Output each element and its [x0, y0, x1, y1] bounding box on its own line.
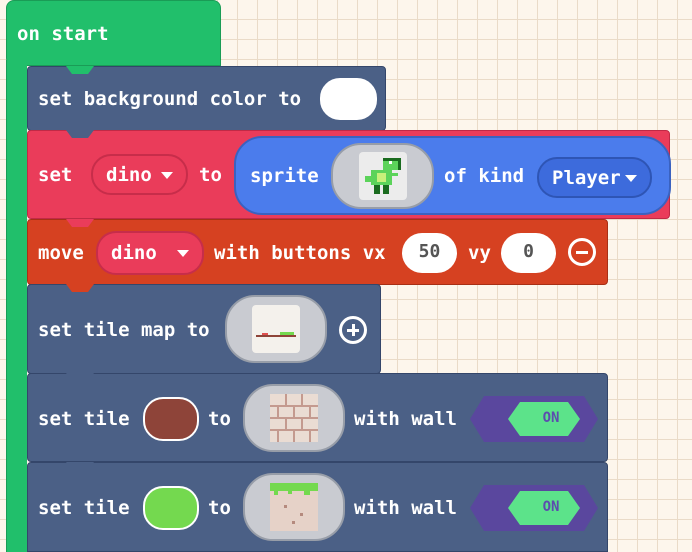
set-label: set [38, 164, 73, 186]
plus-circle-icon[interactable] [339, 316, 367, 344]
to-label: to [208, 497, 231, 519]
tile-color-swatch[interactable] [143, 397, 199, 441]
kind-dropdown[interactable]: Player [537, 157, 652, 198]
chevron-down-icon [625, 174, 637, 182]
wall-toggle[interactable]: ON [470, 485, 598, 531]
set-background-color-label: set background color to [38, 88, 302, 110]
block-notch [66, 219, 94, 228]
with-wall-label: with wall [354, 408, 457, 430]
move-variable-label: dino [111, 242, 157, 264]
tile-image-field[interactable] [243, 473, 345, 541]
vy-label: vy [468, 242, 491, 264]
grass-tile-icon [270, 483, 318, 531]
set-background-color-block[interactable]: set background color to [27, 66, 386, 131]
block-notch [66, 130, 94, 139]
set-tile-map-block[interactable]: set tile map to [27, 284, 381, 374]
move-variable-dropdown[interactable]: dino [96, 231, 204, 275]
dino-sprite-icon [358, 152, 407, 200]
sprite-label: sprite [250, 165, 319, 187]
set-tile-block-1[interactable]: set tile to with wall ON [27, 373, 608, 462]
chevron-down-icon [177, 250, 189, 257]
sprite-of-kind-block[interactable]: sprite of kind Player [234, 136, 671, 215]
kind-dropdown-label: Player [552, 166, 621, 189]
tilemap-image-field[interactable] [225, 295, 327, 363]
block-notch [66, 66, 94, 75]
vy-input[interactable]: 0 [501, 233, 556, 273]
set-tile-label: set tile [38, 497, 130, 519]
with-wall-label: with wall [354, 497, 457, 519]
of-kind-label: of kind [444, 165, 525, 187]
move-label: move [38, 242, 84, 264]
brick-tile-icon [270, 394, 318, 442]
minus-circle-icon[interactable] [568, 238, 596, 266]
variable-dropdown-label: dino [106, 163, 152, 186]
block-notch [66, 462, 94, 471]
set-tile-map-label: set tile map to [38, 319, 210, 341]
set-tile-label: set tile [38, 408, 130, 430]
to-label: to [208, 408, 231, 430]
block-notch [66, 284, 94, 293]
vx-input[interactable]: 50 [402, 233, 457, 273]
chevron-down-icon [161, 171, 173, 179]
block-notch [66, 373, 94, 382]
tilemap-preview-icon [252, 305, 300, 353]
to-label: to [199, 164, 222, 186]
background-color-swatch[interactable] [320, 78, 377, 120]
wall-toggle-label: ON [542, 499, 560, 515]
set-tile-block-2[interactable]: set tile to with wall ON [27, 462, 608, 552]
sprite-image-field[interactable] [331, 143, 434, 209]
move-with-buttons-block[interactable]: move dino with buttons vx 50 vy 0 [27, 219, 608, 285]
tile-color-swatch[interactable] [143, 486, 199, 530]
on-start-block-body [6, 60, 27, 552]
on-start-block[interactable]: on start [6, 0, 221, 66]
on-start-label: on start [17, 23, 109, 45]
tile-image-field[interactable] [243, 384, 345, 452]
with-buttons-vx-label: with buttons vx [214, 242, 386, 264]
set-sprite-block[interactable]: set dino to sprite of kind Player [27, 130, 671, 219]
wall-toggle-label: ON [542, 410, 560, 426]
wall-toggle[interactable]: ON [470, 396, 598, 442]
variable-dropdown-dino[interactable]: dino [91, 154, 188, 195]
